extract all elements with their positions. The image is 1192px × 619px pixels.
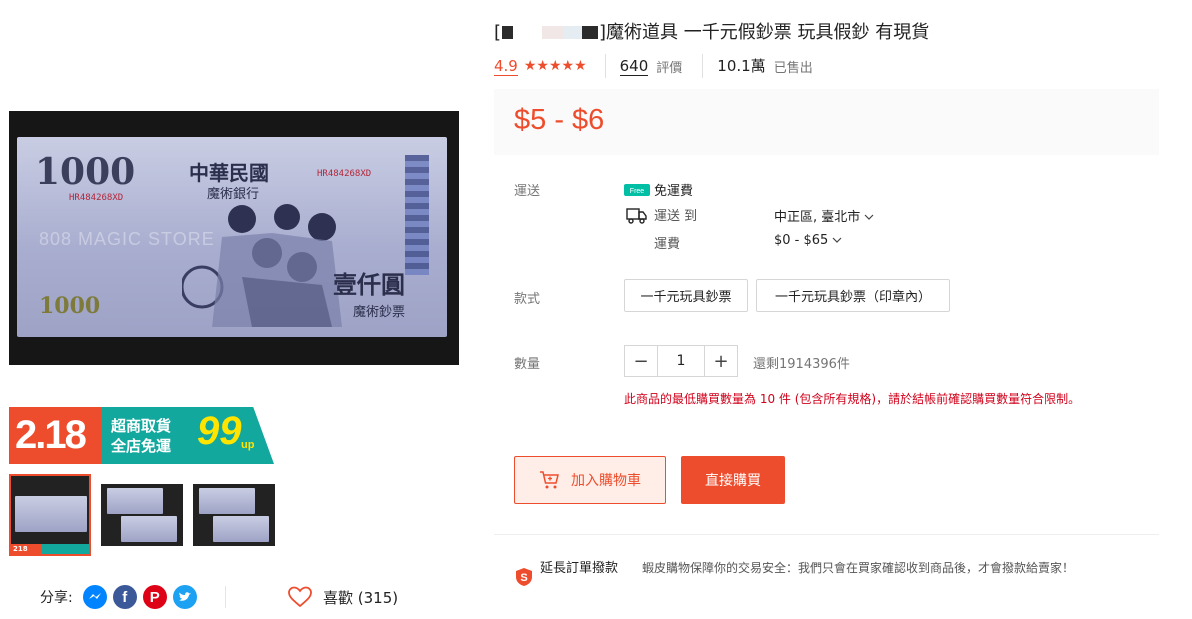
banknote-caption: 魔術鈔票 <box>353 305 406 320</box>
stock-remaining: 還剩1914396件 <box>753 357 850 372</box>
product-main-image[interactable]: 1000 HR484268XD HR484268XD 中華民國 魔術銀行 808… <box>9 111 459 365</box>
price: $5 - $6 <box>514 104 605 136</box>
share-divider <box>225 586 226 608</box>
thumbnail-banknote <box>121 516 177 542</box>
thumbnail-banknote <box>107 488 163 514</box>
promo-date: 2.18 <box>15 413 87 457</box>
chevron-down-icon <box>864 214 874 220</box>
price-box: $5 - $6 <box>494 89 1159 155</box>
pinterest-icon[interactable]: P <box>142 585 167 609</box>
share-label: 分享: <box>40 590 73 606</box>
banknote-serial: HR484268XD <box>317 169 372 179</box>
truck-icon <box>626 207 647 224</box>
variation-option-2[interactable]: 一千元玩具鈔票（印章內） <box>756 279 950 312</box>
promo-amount: 99 <box>197 409 242 453</box>
divider <box>604 54 606 78</box>
divider <box>702 54 704 78</box>
quantity-input[interactable]: 1 <box>657 346 705 376</box>
messenger-icon[interactable] <box>82 585 107 609</box>
quantity-stepper: − 1 + <box>624 345 738 377</box>
star-rating-icon: ★★★★★ <box>523 58 587 74</box>
heart-icon <box>288 586 312 608</box>
free-badge-text: Free <box>630 188 645 195</box>
promo-date-block: 2.18 <box>9 407 101 464</box>
variation-label: 款式 <box>514 292 541 307</box>
ship-to-row: 運送 到 <box>626 205 697 224</box>
quantity-label: 數量 <box>514 357 541 372</box>
free-shipping: Free 免運費 <box>624 180 693 199</box>
shipping-destination-dropdown[interactable]: 中正區, 臺北市 <box>774 206 874 225</box>
svg-text:S: S <box>520 572 527 584</box>
shipping-fee-dropdown[interactable]: $0 - $65 <box>774 233 842 248</box>
rating-score[interactable]: 4.9 <box>494 57 518 76</box>
shield-icon: S <box>516 568 532 586</box>
promo-offer-block: 超商取貨 全店免運 99 up <box>101 407 274 464</box>
ship-to-label: 運送 到 <box>654 209 698 224</box>
guarantee-title[interactable]: 延長訂單撥款 <box>540 560 620 577</box>
free-shipping-text: 免運費 <box>654 184 694 199</box>
thumbnail-banknote <box>15 496 87 532</box>
like-button[interactable]: 喜歡 (315) <box>287 584 398 610</box>
banknote-serial: HR484268XD <box>69 193 124 203</box>
shipping-fee: $0 - $65 <box>774 233 829 248</box>
reviews-count[interactable]: 640 <box>619 57 649 76</box>
product-title: [ ]魔術道具 一千元假鈔票 玩具假鈔 有現貨 <box>494 18 929 44</box>
promo-up: up <box>241 439 255 451</box>
banknote-bank-name: 中華民國 <box>189 161 269 185</box>
product-title-text: ]魔術道具 一千元假鈔票 玩具假鈔 有現貨 <box>599 22 930 43</box>
variation-option-1[interactable]: 一千元玩具鈔票 <box>624 279 748 312</box>
quantity-decrease-button[interactable]: − <box>625 346 657 376</box>
share-row: 分享: f P <box>40 584 197 610</box>
banknote-image: 1000 HR484268XD HR484268XD 中華民國 魔術銀行 808… <box>17 137 447 337</box>
thumbnail-banknote <box>213 516 269 542</box>
shipping-destination: 中正區, 臺北市 <box>774 210 861 225</box>
sold-count: 10.1萬 <box>717 57 766 75</box>
thumbnail-2[interactable] <box>101 484 183 546</box>
promo-banner: 2.18 超商取貨 全店免運 99 up <box>9 407 274 464</box>
cart-icon <box>540 471 559 489</box>
chevron-down-icon <box>833 237 842 243</box>
add-to-cart-button[interactable]: 加入購物車 <box>514 456 666 504</box>
buy-now-button[interactable]: 直接購買 <box>681 456 785 504</box>
add-to-cart-label: 加入購物車 <box>571 473 641 489</box>
reviews-label: 評價 <box>656 60 683 76</box>
banknote-children-illustration <box>182 204 342 327</box>
thumbnail-1[interactable]: 218 <box>9 474 91 556</box>
banknote-hologram-strip <box>405 155 429 275</box>
quantity-increase-button[interactable]: + <box>705 346 737 376</box>
twitter-icon[interactable] <box>172 585 197 609</box>
promo-line1: 超商取貨 <box>111 418 172 435</box>
title-bracket: [ <box>494 22 502 43</box>
redacted-shop-name <box>502 26 599 39</box>
sold-label: 已售出 <box>773 60 813 76</box>
facebook-icon[interactable]: f <box>112 585 137 609</box>
rating-row: 4.9 ★★★★★ 640 評價 10.1萬 已售出 <box>494 54 813 78</box>
banknote-denomination: 1000 <box>35 151 136 193</box>
shipping-label: 運送 <box>514 184 541 199</box>
promo-line2: 全店免運 <box>111 438 172 455</box>
free-shipping-icon: Free <box>624 183 650 196</box>
divider <box>494 534 1159 535</box>
like-count: 喜歡 (315) <box>323 588 399 607</box>
guarantee-text: 蝦皮購物保障你的交易安全：我們只會在買家確認收到商品後，才會撥款給賣家！ <box>642 561 1075 575</box>
thumbnail-promo-badge: 218 <box>11 544 89 554</box>
thumbnail-banknote <box>199 488 255 514</box>
thumbnail-3[interactable] <box>193 484 275 546</box>
banknote-denomination-bottom: 1000 <box>39 293 101 319</box>
minimum-purchase-notice: 此商品的最低購買數量為 10 件 (包含所有規格)，請於結帳前確認購買數量符合限… <box>624 392 1081 406</box>
shipping-fee-label: 運費 <box>654 237 681 252</box>
banknote-denomination-chars: 壹仟圓 <box>333 270 405 299</box>
